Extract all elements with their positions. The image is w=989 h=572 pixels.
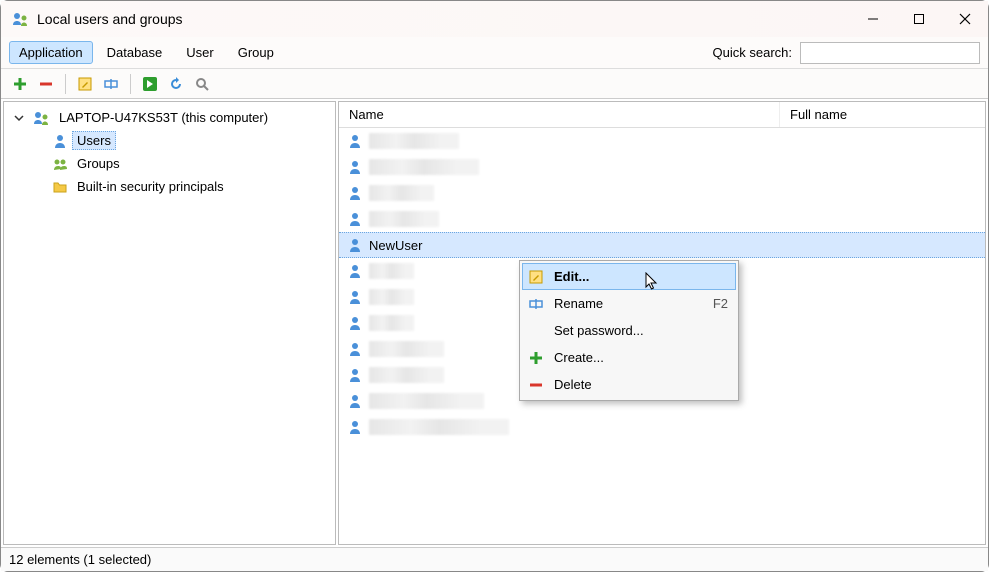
plus-icon: [526, 348, 546, 368]
group-icon: [52, 156, 68, 172]
tree-groups-label: Groups: [72, 154, 125, 173]
blurred-name: [369, 367, 444, 383]
user-icon: [347, 133, 363, 149]
context-rename[interactable]: Rename F2: [522, 290, 736, 317]
user-name: NewUser: [369, 238, 422, 253]
context-edit[interactable]: Edit...: [522, 263, 736, 290]
toolbar-go-button[interactable]: [139, 73, 161, 95]
menu-application[interactable]: Application: [9, 41, 93, 64]
context-edit-label: Edit...: [554, 269, 728, 284]
column-name[interactable]: Name: [339, 102, 779, 127]
tree-users[interactable]: Users: [4, 129, 335, 152]
user-icon: [347, 159, 363, 175]
context-create[interactable]: Create...: [522, 344, 736, 371]
blurred-name: [369, 211, 439, 227]
blurred-name: [369, 393, 484, 409]
column-headers: Name Full name: [339, 102, 985, 128]
context-delete[interactable]: Delete: [522, 371, 736, 398]
context-set-password[interactable]: Set password...: [522, 317, 736, 344]
user-icon: [347, 185, 363, 201]
blurred-name: [369, 341, 444, 357]
blurred-name: [369, 315, 414, 331]
main-area: LAPTOP-U47KS53T (this computer) Users Gr…: [1, 99, 988, 547]
user-row[interactable]: [339, 128, 985, 154]
user-row-selected[interactable]: NewUser: [339, 232, 985, 258]
context-rename-shortcut: F2: [713, 296, 728, 311]
context-rename-label: Rename: [554, 296, 705, 311]
close-button[interactable]: [942, 1, 988, 37]
toolbar-edit-button[interactable]: [74, 73, 96, 95]
user-icon: [52, 133, 68, 149]
user-icon: [347, 419, 363, 435]
toolbar-add-button[interactable]: [9, 73, 31, 95]
tree-principals-label: Built-in security principals: [72, 177, 229, 196]
user-row[interactable]: [339, 414, 985, 440]
tree-principals[interactable]: Built-in security principals: [4, 175, 335, 198]
quick-search-input[interactable]: [800, 42, 980, 64]
context-set-password-label: Set password...: [554, 323, 728, 338]
folder-icon: [52, 179, 68, 195]
maximize-button[interactable]: [896, 1, 942, 37]
tree-root[interactable]: LAPTOP-U47KS53T (this computer): [4, 106, 335, 129]
tree-groups[interactable]: Groups: [4, 152, 335, 175]
status-bar: 12 elements (1 selected): [1, 547, 988, 571]
tree-root-label: LAPTOP-U47KS53T (this computer): [54, 108, 273, 127]
app-icon: [11, 10, 29, 28]
menu-user[interactable]: User: [176, 41, 223, 64]
menubar: Application Database User Group Quick se…: [1, 37, 988, 69]
blurred-name: [369, 133, 459, 149]
blurred-name: [369, 289, 414, 305]
column-fullname[interactable]: Full name: [779, 102, 985, 127]
context-delete-label: Delete: [554, 377, 728, 392]
window-title: Local users and groups: [37, 11, 183, 27]
blurred-name: [369, 185, 434, 201]
user-list[interactable]: NewUser: [339, 128, 985, 544]
blurred-name: [369, 419, 509, 435]
blank-icon: [526, 321, 546, 341]
toolbar-rename-button[interactable]: [100, 73, 122, 95]
user-icon: [347, 211, 363, 227]
toolbar-separator: [130, 74, 131, 94]
content-panel: Name Full name New: [338, 101, 986, 545]
menu-database[interactable]: Database: [97, 41, 173, 64]
user-row[interactable]: [339, 180, 985, 206]
minus-icon: [526, 375, 546, 395]
sidebar-tree[interactable]: LAPTOP-U47KS53T (this computer) Users Gr…: [3, 101, 336, 545]
user-icon: [347, 289, 363, 305]
user-icon: [347, 341, 363, 357]
titlebar: Local users and groups: [1, 1, 988, 37]
toolbar-search-button[interactable]: [191, 73, 213, 95]
computer-icon: [32, 109, 50, 127]
toolbar-refresh-button[interactable]: [165, 73, 187, 95]
context-create-label: Create...: [554, 350, 728, 365]
user-icon: [347, 263, 363, 279]
user-icon: [347, 393, 363, 409]
user-icon: [347, 315, 363, 331]
context-menu: Edit... Rename F2 Set password...: [519, 260, 739, 401]
user-icon: [347, 367, 363, 383]
minimize-button[interactable]: [850, 1, 896, 37]
rename-icon: [526, 294, 546, 314]
chevron-down-icon[interactable]: [14, 113, 28, 123]
toolbar: [1, 69, 988, 99]
user-row[interactable]: [339, 154, 985, 180]
blurred-name: [369, 263, 414, 279]
blurred-name: [369, 159, 479, 175]
tree-users-label: Users: [72, 131, 116, 150]
status-text: 12 elements (1 selected): [9, 552, 151, 567]
quick-search-label: Quick search:: [713, 45, 792, 60]
edit-icon: [526, 267, 546, 287]
user-icon: [347, 237, 363, 253]
user-row[interactable]: [339, 206, 985, 232]
toolbar-separator: [65, 74, 66, 94]
menu-group[interactable]: Group: [228, 41, 284, 64]
toolbar-delete-button[interactable]: [35, 73, 57, 95]
